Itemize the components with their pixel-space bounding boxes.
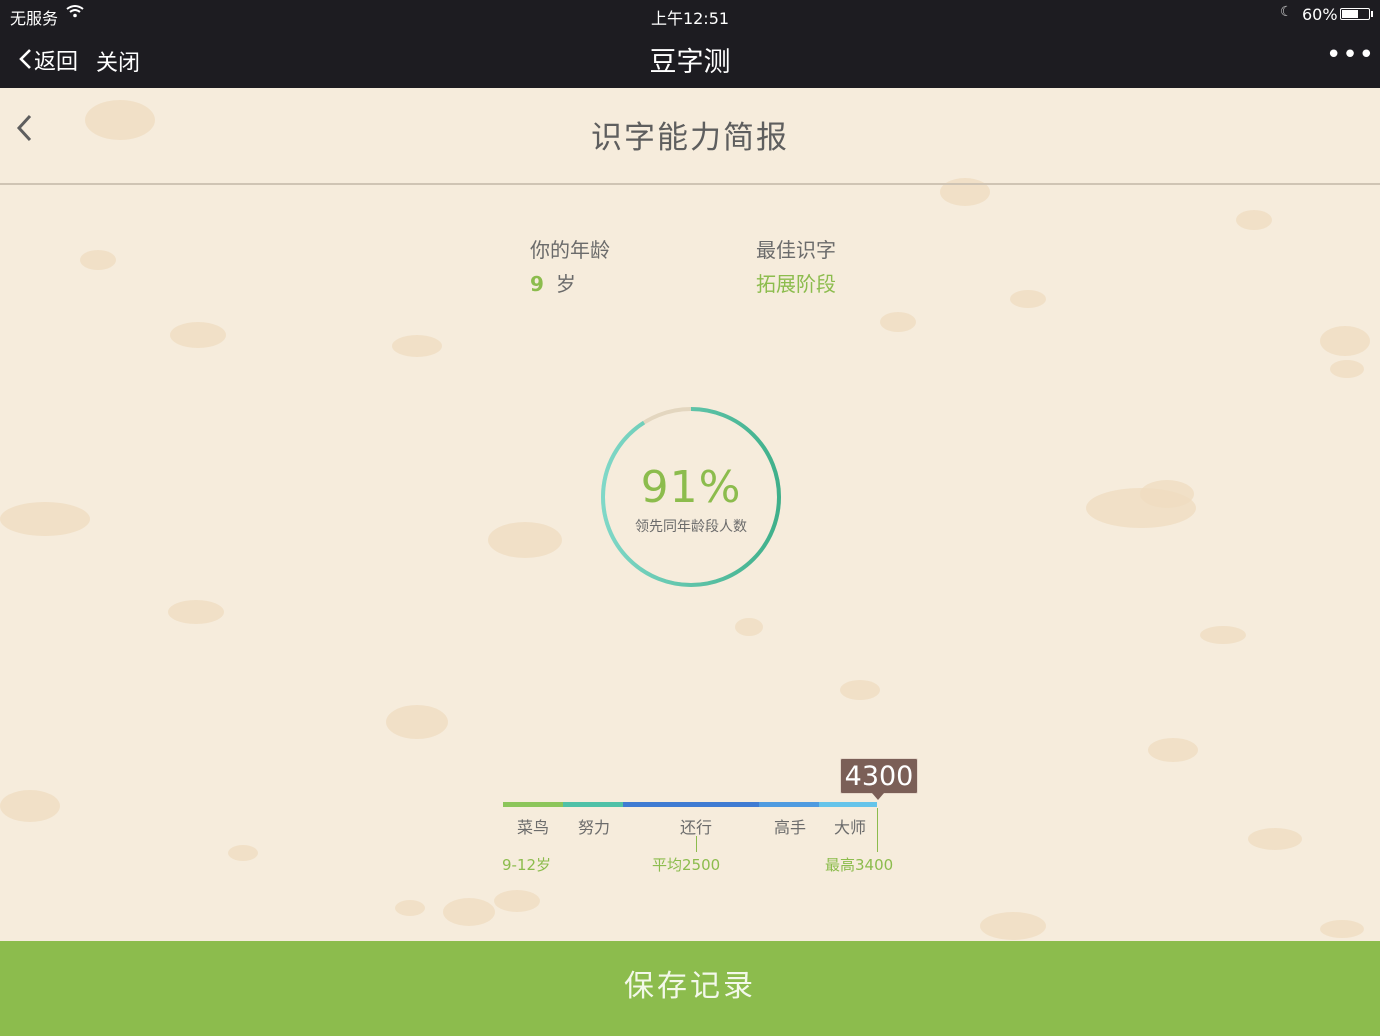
scale-segment-1 [503,802,563,807]
scale-level-3: 还行 [680,818,713,837]
average-label: 平均2500 [652,856,721,874]
age-range-label: 9-12岁 [502,856,552,874]
page-header: 识字能力简报 [0,88,1380,185]
scale-segment-3 [623,802,759,807]
age-label: 你的年龄 [530,238,610,262]
scale-segment-2 [563,802,623,807]
clock: 上午12:51 [650,9,730,28]
highest-label: 最高3400 [825,856,894,874]
percent-value: 91% [640,462,742,513]
average-tick [696,836,697,852]
battery-tip [1371,11,1373,17]
scale-level-2: 努力 [578,818,611,837]
scale-segment-4 [759,802,819,807]
scale-level-1: 菜鸟 [517,818,550,837]
nav-title: 豆字测 [649,47,731,78]
save-record-button[interactable]: 保存记录 [0,941,1380,1036]
page-title: 识字能力简报 [591,120,789,156]
age-value-row: 9岁 [530,268,576,297]
best-label: 最佳识字 [756,238,836,262]
do-not-disturb-icon: ☾ [1280,4,1293,20]
age-value: 9 [530,272,544,296]
best-value: 拓展阶段 [756,272,836,296]
more-options-button[interactable]: ••• [1326,40,1375,70]
battery-icon [1340,8,1370,20]
age-unit: 岁 [555,272,576,296]
scale-level-4: 高手 [774,818,807,837]
highest-tick [877,808,878,852]
nav-bar: 返回 关闭 豆字测 ••• [0,30,1380,88]
score-pointer [872,793,884,800]
status-bar: 无服务 上午12:51 ☾ 60% [0,0,1380,30]
percent-subtitle: 领先同年龄段人数 [635,519,747,535]
scale-segment-5 [819,802,877,807]
scale-level-5: 大师 [834,818,867,837]
score-tag: 4300 [840,758,918,794]
battery-percent: 60% [1302,5,1338,24]
